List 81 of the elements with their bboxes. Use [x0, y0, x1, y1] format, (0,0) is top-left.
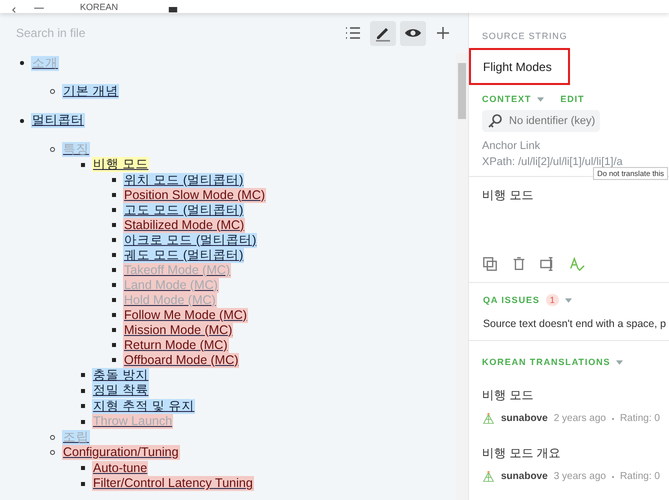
- bullet-icon: [81, 373, 85, 378]
- timestamp: 2 years ago: [554, 413, 606, 424]
- string-link[interactable]: 정밀 착륙: [92, 383, 150, 398]
- bullet-icon: [81, 162, 85, 167]
- bullet-icon: [112, 268, 116, 272]
- string-link[interactable]: 아크로 모드 (멀티콥터): [123, 232, 258, 248]
- bullet-icon: [112, 178, 116, 182]
- string-link[interactable]: Mission Mode (MC): [123, 322, 234, 338]
- translation-input[interactable]: 비행 모드: [482, 187, 656, 204]
- bullet-icon: [112, 328, 116, 332]
- bullet-icon: [112, 223, 116, 227]
- anchor-link-label: Anchor Link: [482, 140, 542, 152]
- spellcheck-icon[interactable]: [569, 256, 585, 272]
- trash-icon[interactable]: [511, 256, 527, 272]
- translation-text[interactable]: 비행 모드: [482, 387, 669, 404]
- username[interactable]: sunabove: [501, 413, 548, 424]
- bullet-icon: [112, 208, 116, 212]
- string-link[interactable]: 지형 추적 및 유지: [92, 398, 196, 414]
- key-icon: [487, 113, 503, 129]
- language-label[interactable]: KOREAN: [80, 2, 118, 13]
- rating: Rating: 0: [620, 471, 660, 482]
- string-link[interactable]: Auto-tune: [92, 460, 148, 476]
- scrollbar-thumb[interactable]: [458, 63, 466, 119]
- bullet-icon: [50, 146, 55, 152]
- xpath-text: XPath: /ul/li[2]/ul/li[1]/ul/li[1]/a: [482, 156, 623, 168]
- timestamp: 3 years ago: [554, 471, 606, 482]
- key-label: No identifier (key): [509, 115, 596, 127]
- eye-button[interactable]: [400, 20, 426, 46]
- bullet-icon: [81, 482, 85, 486]
- bullet-icon: [50, 89, 55, 94]
- search-field[interactable]: Search in file: [14, 25, 340, 41]
- avatar-icon: [482, 470, 495, 483]
- bullet-icon: [112, 313, 116, 317]
- bullet-icon: [112, 343, 116, 347]
- string-link[interactable]: Configuration/Tuning: [62, 445, 180, 460]
- string-link[interactable]: Position Slow Mode (MC): [123, 188, 266, 202]
- separator-dot: [612, 418, 614, 420]
- qa-message: Source text doesn't end with a space, p: [483, 318, 667, 330]
- string-link[interactable]: 고도 모드 (멀티콥터): [123, 202, 244, 218]
- string-link[interactable]: 궤도 모드 (멀티콥터): [123, 248, 244, 262]
- section-heading: SOURCE STRING: [482, 31, 568, 41]
- bullet-icon: [81, 388, 85, 393]
- rating: Rating: 0: [620, 413, 660, 424]
- source-string: Flight Modes: [469, 48, 570, 85]
- back-icon[interactable]: [10, 7, 18, 13]
- bullet-icon: [81, 466, 85, 470]
- username[interactable]: sunabove: [501, 471, 548, 482]
- caret-icon[interactable]: [537, 96, 544, 102]
- copy-icon[interactable]: [482, 256, 498, 272]
- string-link[interactable]: 비행 모드: [92, 157, 150, 172]
- bullet-icon: [112, 253, 116, 257]
- string-link[interactable]: Stabilized Mode (MC): [123, 218, 246, 232]
- bullet-icon: [112, 283, 116, 287]
- bullet-icon: [50, 450, 55, 456]
- bullet-icon: [20, 118, 24, 122]
- caret-icon[interactable]: [564, 298, 572, 302]
- add-icon: [434, 24, 452, 42]
- scrollbar[interactable]: [456, 53, 468, 500]
- bullet-icon: [112, 193, 116, 197]
- string-link[interactable]: 위치 모드 (멀티콥터): [123, 172, 244, 188]
- bullet-icon: [112, 358, 116, 362]
- string-link[interactable]: 멀티콥터: [31, 113, 85, 128]
- list-icon: [344, 24, 362, 42]
- string-link[interactable]: 기본 개념: [62, 84, 120, 100]
- separator-dot: [612, 476, 614, 478]
- bullet-icon: [112, 238, 116, 242]
- avatar-icon: [482, 412, 495, 425]
- string-link[interactable]: Follow Me Mode (MC): [123, 308, 248, 322]
- caret-icon[interactable]: [616, 360, 624, 364]
- string-link[interactable]: Filter/Control Latency Tuning: [92, 476, 254, 492]
- bullet-icon: [112, 298, 116, 302]
- string-link[interactable]: Return Mode (MC): [123, 338, 228, 352]
- bullet-icon: [50, 434, 55, 440]
- issue-count-badge: 1: [546, 294, 559, 306]
- bullet-icon: [81, 420, 85, 424]
- pencil-button[interactable]: [370, 20, 396, 46]
- bullet-icon: [81, 404, 85, 408]
- string-link[interactable]: Offboard Mode (MC): [123, 352, 240, 368]
- translation-text[interactable]: 비행 모드 개요: [482, 445, 669, 462]
- bullet-icon: [20, 61, 24, 65]
- string-link[interactable]: 충돌 방지: [92, 368, 150, 383]
